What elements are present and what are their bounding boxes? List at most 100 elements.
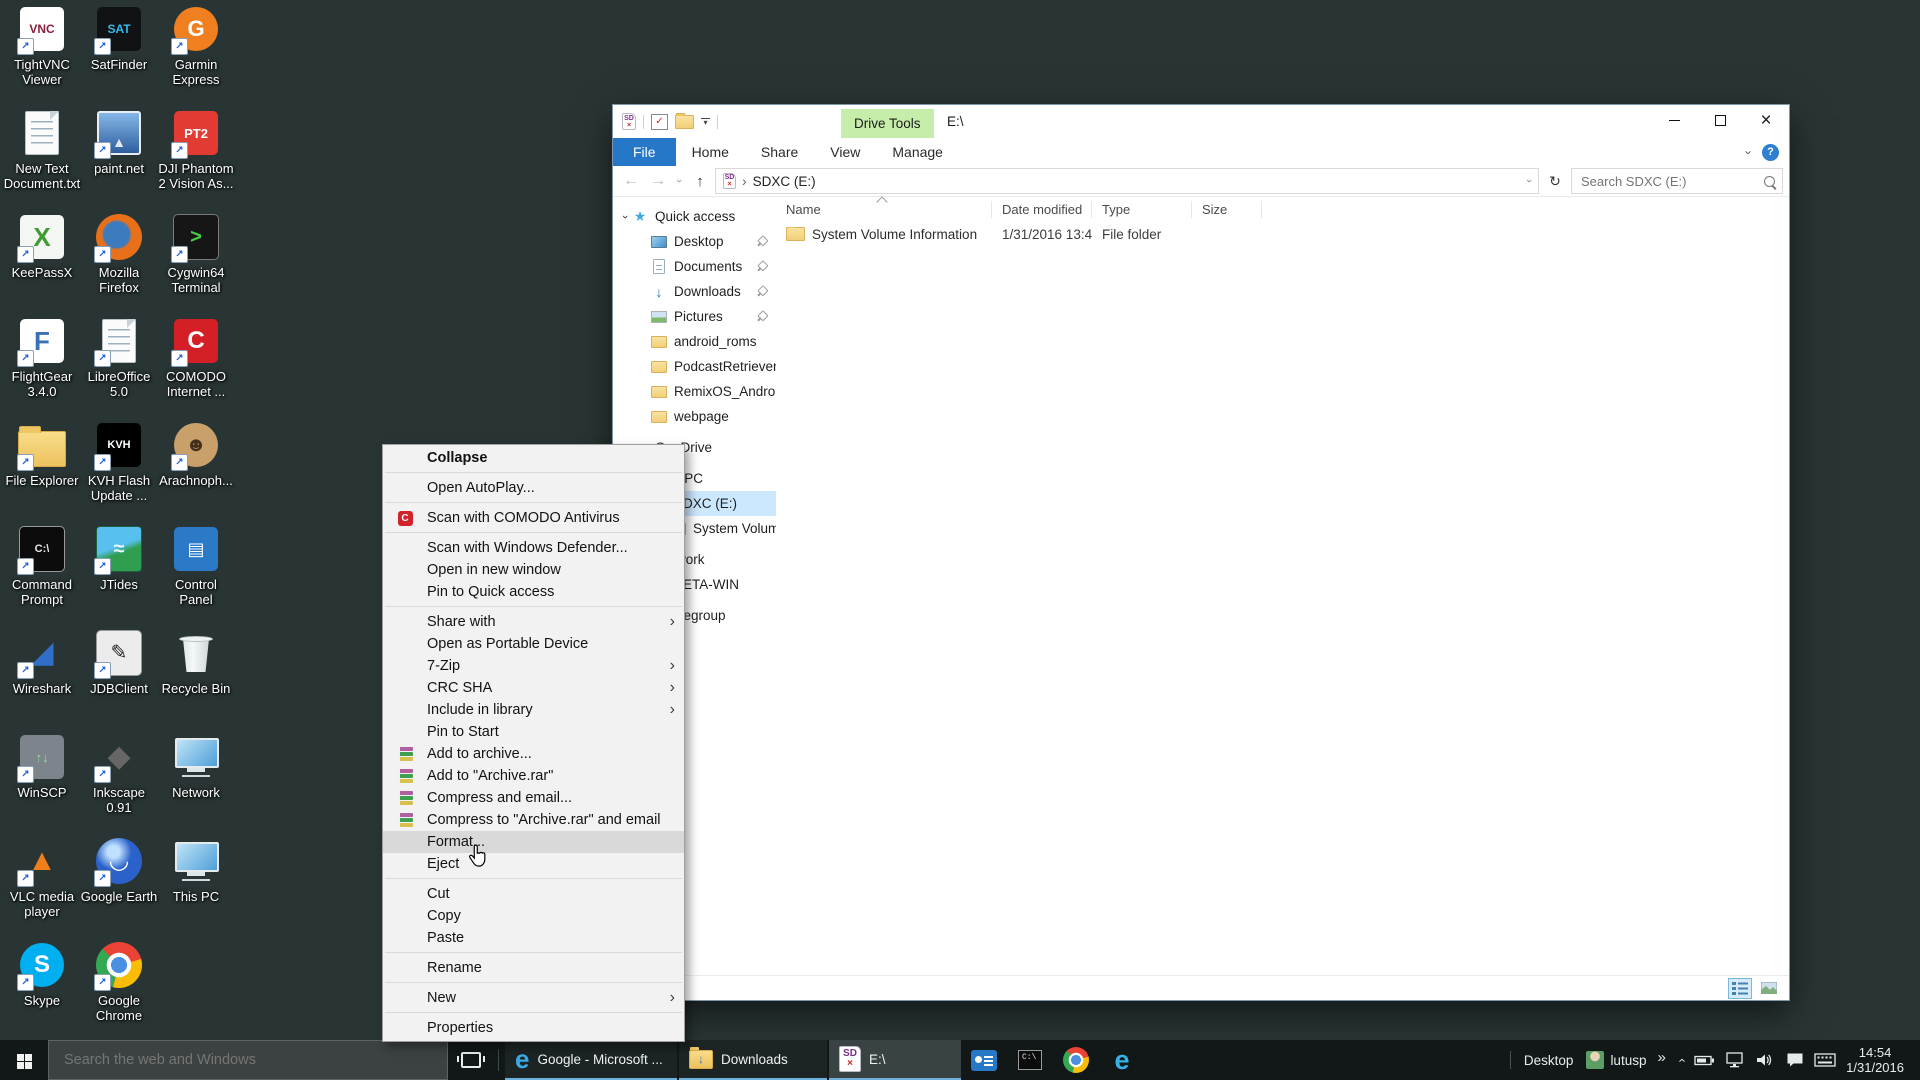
help-icon[interactable]: ?: [1762, 144, 1779, 161]
nav-item-webpage[interactable]: webpage: [613, 404, 776, 429]
desktop-icon-recycle-bin[interactable]: Recycle Bin: [157, 629, 235, 696]
menu-item-add-to-archive-rar[interactable]: Add to "Archive.rar": [383, 765, 684, 787]
menu-item-scan-with-windows-defender[interactable]: Scan with Windows Defender...: [383, 537, 684, 559]
menu-item-properties[interactable]: Properties: [383, 1017, 684, 1039]
pinned-app-chrome[interactable]: [1053, 1040, 1099, 1080]
menu-item-collapse[interactable]: Collapse: [383, 447, 684, 469]
menu-item-add-to-archive[interactable]: Add to archive...: [383, 743, 684, 765]
desktop-icon-cygwin64-terminal[interactable]: >↗Cygwin64 Terminal: [157, 213, 235, 295]
tab-manage[interactable]: Manage: [876, 138, 959, 166]
desktop-icon-file-explorer[interactable]: ↗File Explorer: [3, 421, 81, 488]
desktop-icon-new-text-document[interactable]: New Text Document.txt: [3, 109, 81, 191]
desktop-icon-paint-net[interactable]: ▲↗paint.net: [80, 109, 158, 176]
titlebar[interactable]: SD× ✓ Drive Tools E:\ ×: [613, 105, 1789, 138]
minimize-button[interactable]: [1651, 105, 1697, 136]
nav-item-documents[interactable]: Documents: [613, 254, 776, 279]
pinned-icon[interactable]: [754, 234, 770, 250]
menu-item-scan-with-comodo-antivirus[interactable]: CScan with COMODO Antivirus: [383, 507, 684, 529]
pinned-icon[interactable]: [754, 259, 770, 275]
menu-item-cut[interactable]: Cut: [383, 883, 684, 905]
menu-item-copy[interactable]: Copy: [383, 905, 684, 927]
desktop-icon-this-pc[interactable]: This PC: [157, 837, 235, 904]
desktop-icon-winscp[interactable]: ↑↓↗WinSCP: [3, 733, 81, 800]
pinned-icon[interactable]: [754, 309, 770, 325]
start-button[interactable]: [0, 1040, 48, 1080]
nav-item-podcastretriever[interactable]: PodcastRetriever: [613, 354, 776, 379]
desktop-icon-flightgear[interactable]: F↗FlightGear 3.4.0: [3, 317, 81, 399]
menu-item-paste[interactable]: Paste: [383, 927, 684, 949]
menu-item-open-autoplay[interactable]: Open AutoPlay...: [383, 477, 684, 499]
tab-view[interactable]: View: [814, 138, 876, 166]
menu-item-crc-sha[interactable]: CRC SHA›: [383, 677, 684, 699]
menu-item-open-in-new-window[interactable]: Open in new window: [383, 559, 684, 581]
desktop-icon-skype[interactable]: S↗Skype: [3, 941, 81, 1008]
details-view-toggle[interactable]: [1728, 978, 1752, 999]
taskbar-button-downloads[interactable]: Downloads: [679, 1040, 827, 1080]
drive-tools-tab-group[interactable]: Drive Tools: [841, 109, 934, 138]
desktop-toolbar-label[interactable]: Desktop: [1520, 1053, 1578, 1068]
touch-keyboard-icon[interactable]: [1810, 1053, 1840, 1067]
breadcrumb-location[interactable]: SDXC (E:): [753, 174, 816, 189]
tab-home[interactable]: Home: [676, 138, 745, 166]
desktop-icon-wireshark[interactable]: ◢↗Wireshark: [3, 629, 81, 696]
close-button[interactable]: ×: [1743, 105, 1789, 136]
menu-item-compress-and-email[interactable]: Compress and email...: [383, 787, 684, 809]
menu-item-format[interactable]: Format...: [383, 831, 684, 853]
taskbar-search-input[interactable]: [62, 1051, 434, 1069]
show-hidden-icons-icon[interactable]: ›: [1673, 1051, 1688, 1069]
menu-item-open-as-portable-device[interactable]: Open as Portable Device: [383, 633, 684, 655]
forward-icon[interactable]: →: [646, 172, 670, 190]
battery-icon[interactable]: [1690, 1054, 1720, 1067]
maximize-button[interactable]: [1697, 105, 1743, 136]
tab-share[interactable]: Share: [745, 138, 814, 166]
menu-item-share-with[interactable]: Share with›: [383, 611, 684, 633]
clock[interactable]: 14:54 1/31/2016: [1840, 1045, 1914, 1075]
address-dropdown-icon[interactable]: ›: [1523, 179, 1535, 183]
desktop-icon-arachnophilia[interactable]: ☻↗Arachnoph...: [157, 421, 235, 488]
menu-item-compress-to-archive-rar-and-email[interactable]: Compress to "Archive.rar" and email: [383, 809, 684, 831]
desktop-icon-keepassx[interactable]: X↗KeePassX: [3, 213, 81, 280]
expanded-chevron-icon[interactable]: ›: [619, 211, 631, 223]
tray-overflow-icon[interactable]: »: [1655, 1049, 1671, 1072]
menu-item-pin-to-start[interactable]: Pin to Start: [383, 721, 684, 743]
desktop-icon-jdbclient[interactable]: ✎↗JDBClient: [80, 629, 158, 696]
menu-item-eject[interactable]: Eject: [383, 853, 684, 875]
refresh-icon[interactable]: ↻: [1542, 169, 1568, 193]
new-folder-icon[interactable]: [675, 115, 694, 129]
pinned-app-internet-explorer[interactable]: e: [1099, 1040, 1145, 1080]
pinned-app-command-prompt[interactable]: C:\: [1007, 1040, 1053, 1080]
nav-item-quick-access[interactable]: ›★Quick access: [613, 204, 776, 229]
up-icon[interactable]: ↑: [688, 173, 712, 190]
menu-item-pin-to-quick-access[interactable]: Pin to Quick access: [383, 581, 684, 603]
desktop-icon-comodo-internet[interactable]: C↗COMODO Internet ...: [157, 317, 235, 399]
nav-item-remixos-android-f[interactable]: RemixOS_Android_f: [613, 379, 776, 404]
desktop-icon-libreoffice[interactable]: ↗LibreOffice 5.0: [80, 317, 158, 399]
desktop-icon-inkscape[interactable]: ◆↗Inkscape 0.91: [80, 733, 158, 815]
menu-item-rename[interactable]: Rename: [383, 957, 684, 979]
column-header-date-modified[interactable]: Date modified: [992, 201, 1092, 218]
desktop-icon-dji-phantom[interactable]: PT2↗DJI Phantom 2 Vision As...: [157, 109, 235, 191]
pinned-icon[interactable]: [754, 284, 770, 300]
nav-item-android-roms[interactable]: android_roms: [613, 329, 776, 354]
tab-file[interactable]: File: [613, 138, 676, 166]
back-icon[interactable]: ←: [619, 172, 643, 190]
address-field[interactable]: SD× › SDXC (E:) ›: [715, 168, 1539, 194]
desktop-icon-google-chrome[interactable]: ↗Google Chrome: [80, 941, 158, 1023]
action-center-icon[interactable]: [1780, 1052, 1810, 1068]
taskbar-search-box[interactable]: [48, 1040, 448, 1080]
search-input[interactable]: [1579, 173, 1764, 190]
desktop-icon-jtides[interactable]: ≈↗JTides: [80, 525, 158, 592]
network-icon[interactable]: [1720, 1052, 1750, 1068]
thumbnail-view-toggle[interactable]: [1757, 978, 1781, 999]
desktop-icon-tightvnc-viewer[interactable]: VNC↗TightVNC Viewer: [3, 5, 81, 87]
menu-item-new[interactable]: New›: [383, 987, 684, 1009]
properties-icon[interactable]: ✓: [651, 114, 668, 130]
user-chip[interactable]: lutusp: [1577, 1051, 1655, 1069]
volume-icon[interactable]: [1750, 1052, 1780, 1068]
menu-item-include-in-library[interactable]: Include in library›: [383, 699, 684, 721]
desktop-icon-control-panel[interactable]: ▤Control Panel: [157, 525, 235, 607]
pinned-app-remote-desktop[interactable]: [961, 1040, 1007, 1080]
desktop-icon-google-earth[interactable]: ◡↗Google Earth: [80, 837, 158, 904]
desktop-icon-command-prompt[interactable]: C:\↗Command Prompt: [3, 525, 81, 607]
desktop-icon-vlc-media-player[interactable]: ▲↗VLC media player: [3, 837, 81, 919]
